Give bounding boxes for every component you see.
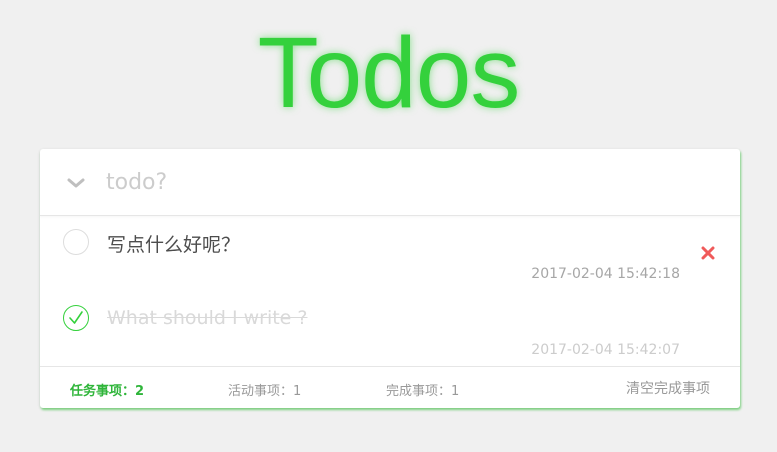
filter-completed-label: 完成事项： — [386, 384, 452, 399]
close-icon[interactable] — [701, 245, 715, 260]
todo-checkbox-checked[interactable] — [63, 305, 89, 331]
chevron-down-icon[interactable] — [66, 173, 86, 193]
todo-text[interactable]: 写点什么好呢？ — [107, 230, 240, 257]
filter-all-count: 2 — [135, 384, 145, 399]
todo-text[interactable]: What should I write ? — [107, 307, 307, 329]
todo-timestamp: 2017-02-04 15:42:18 — [531, 266, 680, 282]
filter-active[interactable]: 活动事项：1 — [228, 380, 301, 399]
filter-completed[interactable]: 完成事项：1 — [386, 380, 459, 399]
checkmark-icon — [69, 311, 83, 324]
filter-active-label: 活动事项： — [228, 384, 294, 399]
filter-completed-count: 1 — [451, 384, 460, 399]
todo-footer: 任务事项：2 活动事项：1 完成事项：1 清空完成事项 — [40, 366, 740, 408]
todo-timestamp: 2017-02-04 15:42:07 — [531, 342, 680, 358]
todo-item-completed: What should I write ? 2017-02-04 15:42:0… — [40, 291, 740, 366]
todo-card: 写点什么好呢？ 2017-02-04 15:42:18 What should … — [40, 149, 740, 408]
filter-all-label: 任务事项： — [70, 384, 136, 399]
app-title: Todos — [257, 17, 521, 129]
filter-all[interactable]: 任务事项：2 — [70, 380, 144, 399]
new-todo-input[interactable] — [106, 163, 706, 201]
todo-item: 写点什么好呢？ 2017-02-04 15:42:18 — [40, 216, 740, 291]
new-todo-row — [40, 149, 740, 216]
todo-checkbox[interactable] — [63, 229, 89, 255]
filter-active-count: 1 — [293, 384, 302, 399]
clear-completed-button[interactable]: 清空完成事项 — [626, 378, 710, 398]
